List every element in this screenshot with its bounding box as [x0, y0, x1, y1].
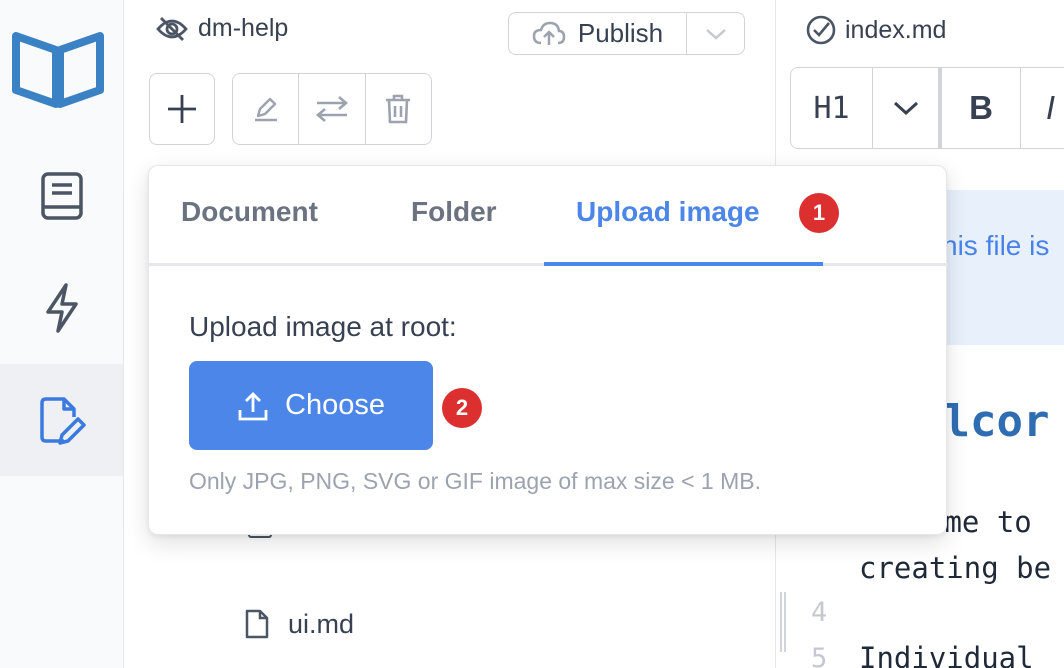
active-tab-indicator	[544, 262, 823, 266]
publish-dropdown-button[interactable]	[687, 13, 744, 54]
publish-label: Publish	[577, 18, 664, 48]
app-window: dm-help Publish ui.md index.md H1 B I hi…	[0, 0, 1064, 668]
rename-button[interactable]	[233, 74, 300, 144]
file-icon	[245, 609, 269, 639]
editor-file-header: index.md	[805, 14, 946, 46]
chevron-down-icon	[705, 28, 726, 40]
delete-button[interactable]	[366, 74, 431, 144]
app-logo-icon	[10, 26, 106, 110]
cloud-upload-icon	[532, 21, 566, 45]
sidebar-item-docs[interactable]	[0, 140, 123, 252]
line-number: 4	[811, 597, 828, 628]
upload-label: Upload image at root:	[189, 311, 457, 342]
gutter-marker	[780, 592, 786, 652]
repo-header: dm-help	[156, 14, 288, 43]
tab-upload-image[interactable]: Upload image	[576, 196, 760, 228]
popover-tabs: Document Folder Upload image 1	[149, 166, 948, 266]
step-badge: 2	[442, 388, 482, 428]
lightning-icon	[45, 283, 78, 333]
check-circle-icon	[806, 15, 836, 45]
pencil-icon	[254, 97, 277, 122]
bold-button[interactable]: B	[939, 68, 1021, 148]
move-button[interactable]	[299, 74, 366, 144]
italic-button[interactable]: I	[1021, 68, 1064, 148]
add-button[interactable]	[149, 73, 215, 145]
sidebar-item-actions[interactable]	[0, 252, 123, 364]
choose-label: Choose	[285, 389, 385, 421]
choose-button[interactable]: Choose	[189, 361, 433, 450]
upload-hint: Only JPG, PNG, SVG or GIF image of max s…	[189, 468, 761, 494]
heading-select[interactable]: H1	[791, 68, 873, 148]
book-icon	[40, 172, 83, 220]
plus-icon	[168, 95, 196, 123]
editor-file-name: index.md	[845, 15, 947, 44]
sidebar-item-editor[interactable]	[0, 364, 123, 476]
swap-arrows-icon	[315, 96, 348, 122]
edit-file-icon	[39, 397, 86, 445]
editor-toolbar: H1 B I	[790, 67, 1064, 149]
notice-text: his file is	[942, 230, 1050, 261]
line-number: 5	[811, 643, 828, 668]
file-item-label: ui.md	[288, 608, 355, 639]
editor-text-line[interactable]: creating be	[859, 551, 1051, 585]
new-item-popover: Document Folder Upload image 1 Upload im…	[148, 165, 948, 535]
chevron-down-icon	[893, 101, 918, 116]
upload-icon	[238, 391, 268, 420]
step-badge: 1	[799, 193, 839, 233]
file-actions-group	[232, 73, 432, 145]
icon-rail	[0, 0, 124, 668]
editor-text-line[interactable]: Individual	[859, 641, 1034, 668]
heading-dropdown-button[interactable]	[873, 68, 939, 148]
publish-button[interactable]: Publish	[509, 13, 687, 54]
tab-document[interactable]: Document	[181, 196, 318, 228]
trash-icon	[386, 94, 411, 124]
repo-name: dm-help	[198, 14, 289, 42]
file-item[interactable]: ui.md	[244, 608, 354, 640]
tab-folder[interactable]: Folder	[411, 196, 497, 228]
publish-split-button: Publish	[508, 12, 745, 55]
eye-off-icon	[156, 16, 188, 41]
